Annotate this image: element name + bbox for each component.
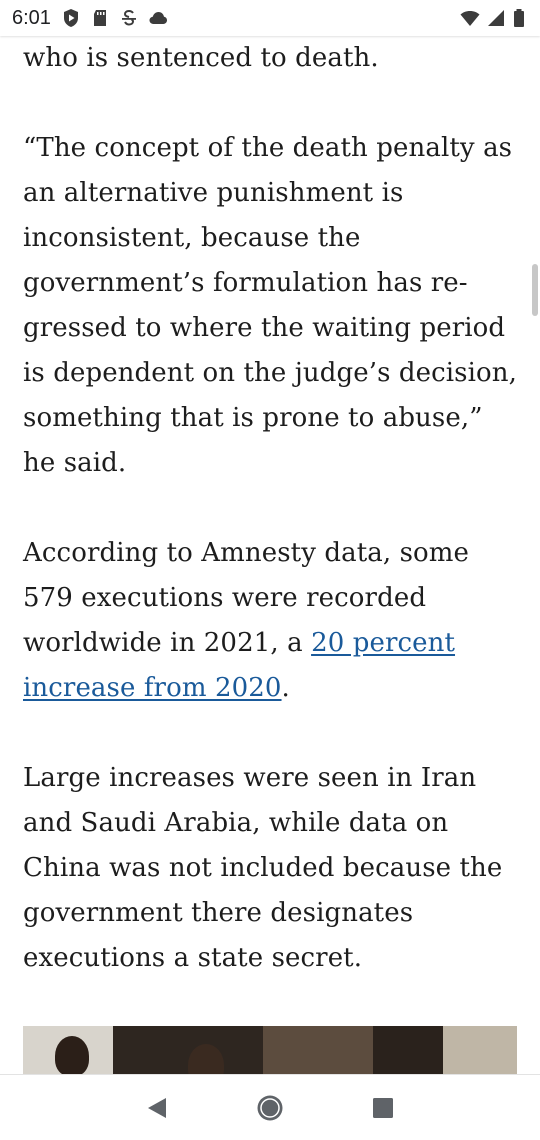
photo-region bbox=[443, 1026, 517, 1074]
photo-region bbox=[373, 1026, 443, 1074]
strikethrough-s-icon bbox=[119, 8, 139, 28]
wifi-icon bbox=[460, 8, 480, 28]
article-paragraph-amnesty: According to Amnesty data, some 579 exec… bbox=[23, 531, 518, 711]
photo-region bbox=[263, 1026, 373, 1074]
article-paragraph-iran-saudi: Large increases were seen in Iran and Sa… bbox=[23, 763, 503, 973]
article-body[interactable]: who is sentenced to death. “The concept … bbox=[0, 36, 540, 1074]
article-paragraph: who is sentenced to death. bbox=[23, 43, 379, 73]
play-protect-icon bbox=[61, 8, 81, 28]
back-icon bbox=[147, 1097, 166, 1118]
status-bar: 6:01 bbox=[0, 0, 540, 36]
screen: 6:01 who is sentenced to death. “The con… bbox=[0, 0, 540, 1140]
article-photo[interactable] bbox=[23, 1026, 517, 1074]
battery-icon bbox=[512, 8, 526, 28]
status-system-icons bbox=[460, 8, 526, 28]
cell-signal-icon bbox=[486, 8, 506, 28]
sd-card-icon bbox=[90, 8, 110, 28]
article-paragraph-quote: “The concept of the death penalty as an … bbox=[23, 133, 518, 478]
recents-button[interactable] bbox=[368, 1093, 398, 1123]
navigation-bar bbox=[0, 1074, 540, 1140]
back-button[interactable] bbox=[142, 1093, 172, 1123]
recents-icon bbox=[373, 1097, 394, 1118]
home-icon bbox=[257, 1095, 283, 1120]
scrollbar-thumb[interactable] bbox=[532, 264, 538, 316]
home-button[interactable] bbox=[255, 1093, 285, 1123]
photo-person-head bbox=[55, 1036, 89, 1074]
status-time: 6:01 bbox=[12, 6, 51, 29]
cloud-icon bbox=[148, 8, 168, 28]
status-notification-icons bbox=[61, 8, 168, 28]
paragraph-text: . bbox=[281, 673, 290, 703]
